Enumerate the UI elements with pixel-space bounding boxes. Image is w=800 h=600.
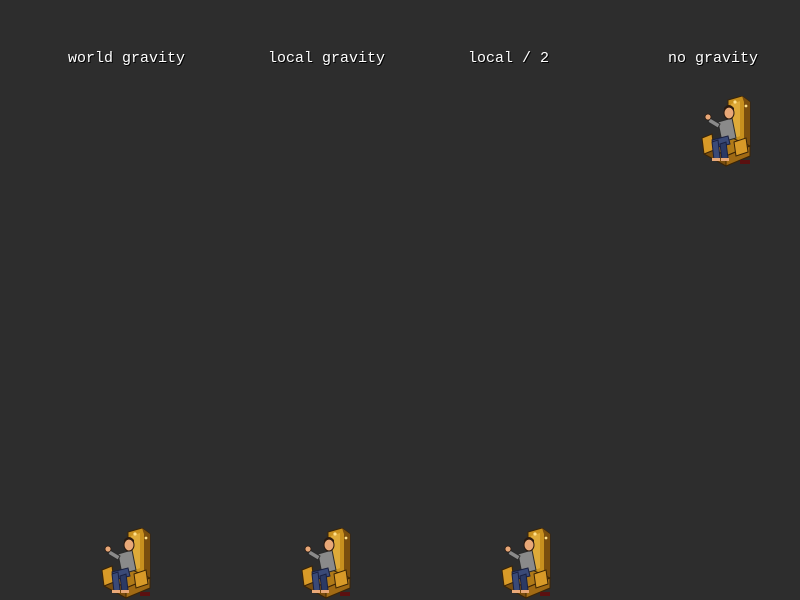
label-local-gravity: local gravity bbox=[268, 50, 386, 67]
throne-sprite-world-gravity bbox=[98, 528, 154, 600]
throne-sprite-local-gravity bbox=[298, 528, 354, 600]
label-local-half-gravity: local / 2 bbox=[468, 50, 550, 67]
throne-sprite-local-half-gravity bbox=[498, 528, 554, 600]
throne-sprite-no-gravity bbox=[698, 96, 754, 168]
game-stage: world gravity local gravity local / 2 no… bbox=[0, 0, 800, 600]
label-world-gravity: world gravity bbox=[68, 50, 186, 67]
label-no-gravity: no gravity bbox=[668, 50, 759, 67]
